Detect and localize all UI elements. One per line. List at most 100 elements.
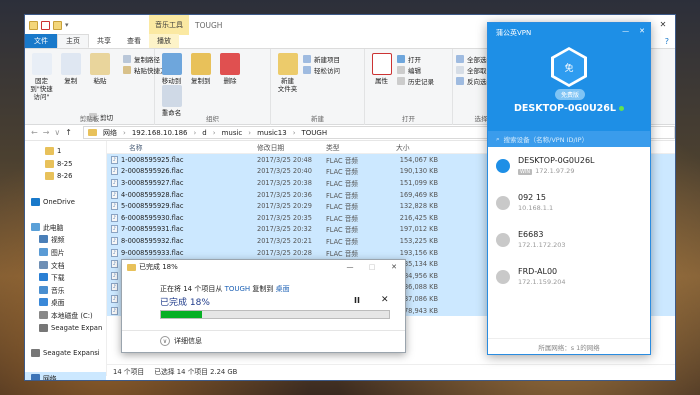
- easy-access-icon: [303, 65, 311, 74]
- device-avatar-icon: [496, 195, 510, 210]
- sidebar-item[interactable]: 本地磁盘 (C:): [25, 309, 106, 322]
- history-button[interactable]: 历史记录: [397, 75, 434, 86]
- computer-icon: [31, 222, 40, 231]
- properties-icon[interactable]: [41, 20, 50, 30]
- up-icon[interactable]: ↑: [65, 128, 72, 137]
- close-button[interactable]: ✕: [651, 15, 675, 33]
- sidebar-item[interactable]: Seagate Expansi: [25, 347, 106, 360]
- copy-button[interactable]: 复制: [57, 53, 84, 85]
- details-toggle[interactable]: ∨ 详细信息: [160, 336, 202, 346]
- cloud-icon: [31, 197, 40, 206]
- sidebar-item[interactable]: Seagate Expan: [25, 321, 106, 334]
- clipboard-label: 剪贴板: [79, 115, 100, 123]
- destination-link[interactable]: 桌面: [276, 285, 290, 293]
- dropdown-icon[interactable]: ▾: [65, 21, 69, 29]
- sidebar-item[interactable]: 桌面: [25, 296, 106, 309]
- recent-icon[interactable]: ∨: [54, 128, 60, 137]
- sidebar-item[interactable]: 1: [25, 145, 106, 158]
- tab-home[interactable]: 主页: [57, 34, 89, 48]
- sidebar-item[interactable]: OneDrive: [25, 195, 106, 208]
- new-folder-button[interactable]: 新建 文件夹: [274, 53, 301, 93]
- device-avatar-icon: [496, 158, 510, 173]
- desktop-icon: [39, 298, 48, 307]
- sidebar-item[interactable]: 下载: [25, 271, 106, 284]
- new-folder-icon[interactable]: [53, 20, 62, 30]
- vpn-minimize-button[interactable]: —: [622, 27, 629, 35]
- sidebar-item[interactable]: 视频: [25, 233, 106, 246]
- cancel-button[interactable]: ✕: [381, 295, 389, 305]
- folder-icon[interactable]: [29, 20, 38, 30]
- device-list-item[interactable]: DESKTOP-0G0U26L WIN 172.1.97.29: [488, 147, 650, 184]
- music-file-icon: ♪: [111, 167, 118, 176]
- new-item-button[interactable]: 新建项目: [303, 53, 340, 64]
- paste-icon: [89, 53, 110, 75]
- pin-button[interactable]: 固定到"快速访问": [28, 53, 55, 101]
- column-size[interactable]: 大小: [396, 142, 438, 152]
- folder-icon: [45, 159, 54, 168]
- sidebar-item[interactable]: 此电脑: [25, 221, 106, 234]
- vpn-close-button[interactable]: ✕: [639, 27, 645, 35]
- copy-progress-dialog: 已完成 18% — □ ✕ 正在将 14 个项目从 TOUGH 复制到 桌面 已…: [121, 259, 406, 353]
- vpn-header: 蒲公英VPN — ✕ 免 免费版 DESKTOP-0G0U26L: [488, 23, 650, 131]
- music-file-icon: ♪: [111, 283, 118, 292]
- source-link[interactable]: TOUGH: [225, 285, 251, 293]
- crumb-music13[interactable]: music13: [257, 129, 287, 137]
- dialog-close-button[interactable]: ✕: [383, 260, 405, 274]
- move-to-icon: [161, 53, 182, 75]
- crumb-tough[interactable]: TOUGH: [302, 129, 328, 137]
- dialog-maximize-button[interactable]: □: [361, 260, 383, 274]
- device-list-item[interactable]: 092 15 10.168.1.1: [488, 184, 650, 221]
- tab-share[interactable]: 共享: [89, 34, 119, 48]
- properties-button[interactable]: 属性: [368, 53, 395, 85]
- sidebar-item[interactable]: 音乐: [25, 284, 106, 297]
- open-button[interactable]: 打开: [397, 53, 434, 64]
- tab-file[interactable]: 文件: [25, 34, 57, 48]
- device-list-item[interactable]: FRD-AL00 172.1.159.204: [488, 258, 650, 295]
- sidebar-item: [25, 208, 106, 221]
- device-list-item[interactable]: E6683 172.1.172.203: [488, 221, 650, 258]
- folder-icon: [88, 129, 97, 136]
- column-type[interactable]: 类型: [326, 142, 396, 152]
- device-avatar-icon: [496, 232, 510, 247]
- selection-info: 已选择 14 个项目 2.24 GB: [154, 367, 238, 376]
- dialog-minimize-button[interactable]: —: [339, 260, 361, 274]
- crumb-host[interactable]: 192.168.10.186: [132, 129, 188, 137]
- tab-view[interactable]: 查看: [119, 34, 149, 48]
- organize-group: 移动到 复制到 删除 重命名 组织: [155, 49, 271, 125]
- easy-access-button[interactable]: 轻松访问: [303, 64, 340, 75]
- crumb-d[interactable]: d: [202, 129, 206, 137]
- delete-button[interactable]: 删除: [216, 53, 243, 85]
- column-name[interactable]: 名称: [107, 142, 257, 152]
- edit-button[interactable]: 编辑: [397, 64, 434, 75]
- help-icon[interactable]: ?: [665, 37, 669, 46]
- chevron-down-icon: ∨: [160, 336, 170, 346]
- device-search-input[interactable]: ⌕ 搜索设备（名称/VPN ID/IP）: [488, 131, 650, 147]
- music-file-icon: ♪: [111, 248, 118, 257]
- new-folder-icon: [277, 53, 298, 75]
- sidebar-item[interactable]: 文档: [25, 258, 106, 271]
- sidebar-item: [25, 359, 106, 372]
- sidebar-item[interactable]: 图片: [25, 246, 106, 259]
- sidebar-item[interactable]: 8-25: [25, 158, 106, 171]
- online-status-icon: [618, 106, 624, 111]
- status-bar: 14 个项目 已选择 14 个项目 2.24 GB: [107, 364, 675, 376]
- quick-access-toolbar: ▾: [25, 20, 143, 30]
- pause-button[interactable]: II: [354, 296, 360, 305]
- network-footer: 所属网络：s 1的网络: [488, 338, 650, 354]
- move-to-button[interactable]: 移动到: [158, 53, 185, 85]
- crumb-network[interactable]: 网络: [103, 128, 117, 138]
- tab-play[interactable]: 播放: [149, 34, 179, 48]
- drive-icon: [31, 348, 40, 357]
- back-icon[interactable]: ←: [31, 128, 38, 137]
- sidebar-item[interactable]: 8-26: [25, 170, 106, 183]
- column-date[interactable]: 修改日期: [257, 142, 326, 152]
- sidebar-item[interactable]: 网络: [25, 371, 106, 380]
- music-file-icon: ♪: [111, 213, 118, 222]
- shortcut-icon: [123, 65, 131, 74]
- copy-to-button[interactable]: 复制到: [187, 53, 214, 85]
- item-count: 14 个项目: [113, 367, 145, 376]
- crumb-music[interactable]: music: [222, 129, 243, 137]
- forward-icon[interactable]: →: [43, 128, 50, 137]
- network-icon: [31, 373, 40, 380]
- paste-button[interactable]: 粘贴: [86, 53, 113, 85]
